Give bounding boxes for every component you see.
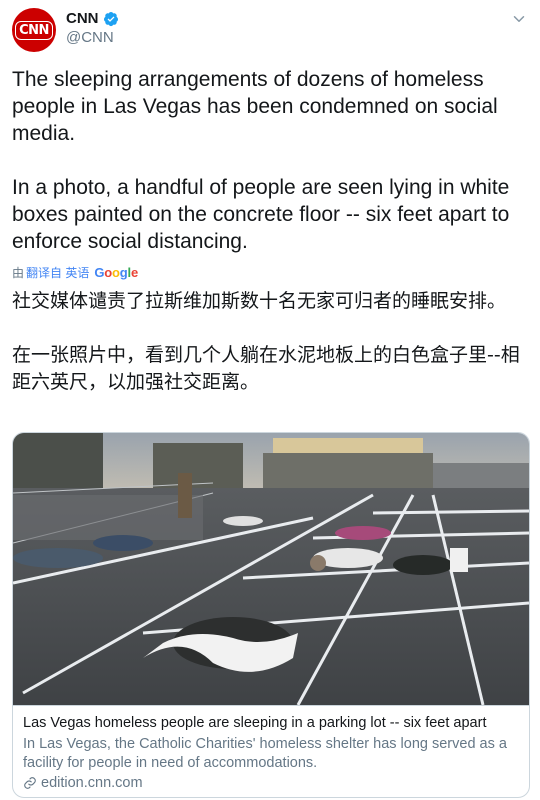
display-name[interactable]: CNN [66,10,99,27]
card-domain-row[interactable]: edition.cnn.com [23,775,519,791]
author-block: CNN @CNN [66,10,119,46]
translated-from-link[interactable]: 翻译自 英语 [26,264,89,281]
chevron-down-icon[interactable] [510,10,528,28]
verified-badge-icon [103,11,118,26]
translation-attribution: 由 翻译自 英语 Google [12,264,138,281]
display-name-row: CNN [66,10,119,27]
avatar[interactable]: CNN [12,8,56,52]
translated-paragraph: 在一张照片中，看到几个人躺在水泥地板上的白色盒子里--相距六英尺，以加强社交距离… [12,344,520,393]
tweet-paragraph: In a photo, a handful of people are seen… [12,176,510,253]
link-preview-card[interactable]: Las Vegas homeless people are sleeping i… [12,432,530,798]
tweet-header: CNN CNN @CNN [12,8,528,52]
card-domain[interactable]: edition.cnn.com [41,775,143,791]
card-photo[interactable] [13,433,529,705]
tweet-paragraph: The sleeping arrangements of dozens of h… [12,68,498,145]
handle[interactable]: @CNN [66,29,119,46]
avatar-logo-text: CNN [15,20,53,40]
card-title[interactable]: Las Vegas homeless people are sleeping i… [23,714,519,733]
google-logo: Google [94,265,138,280]
link-icon [24,777,36,789]
tweet-text: The sleeping arrangements of dozens of h… [12,66,528,255]
card-description: In Las Vegas, the Catholic Charities' ho… [23,736,507,771]
translated-text: 社交媒体谴责了拉斯维加斯数十名无家可归者的睡眠安排。 在一张照片中，看到几个人躺… [12,288,528,423]
translated-paragraph: 社交媒体谴责了拉斯维加斯数十名无家可归者的睡眠安排。 [12,290,507,312]
card-body[interactable]: Las Vegas homeless people are sleeping i… [13,705,529,797]
translation-prefix: 由 [12,266,25,280]
